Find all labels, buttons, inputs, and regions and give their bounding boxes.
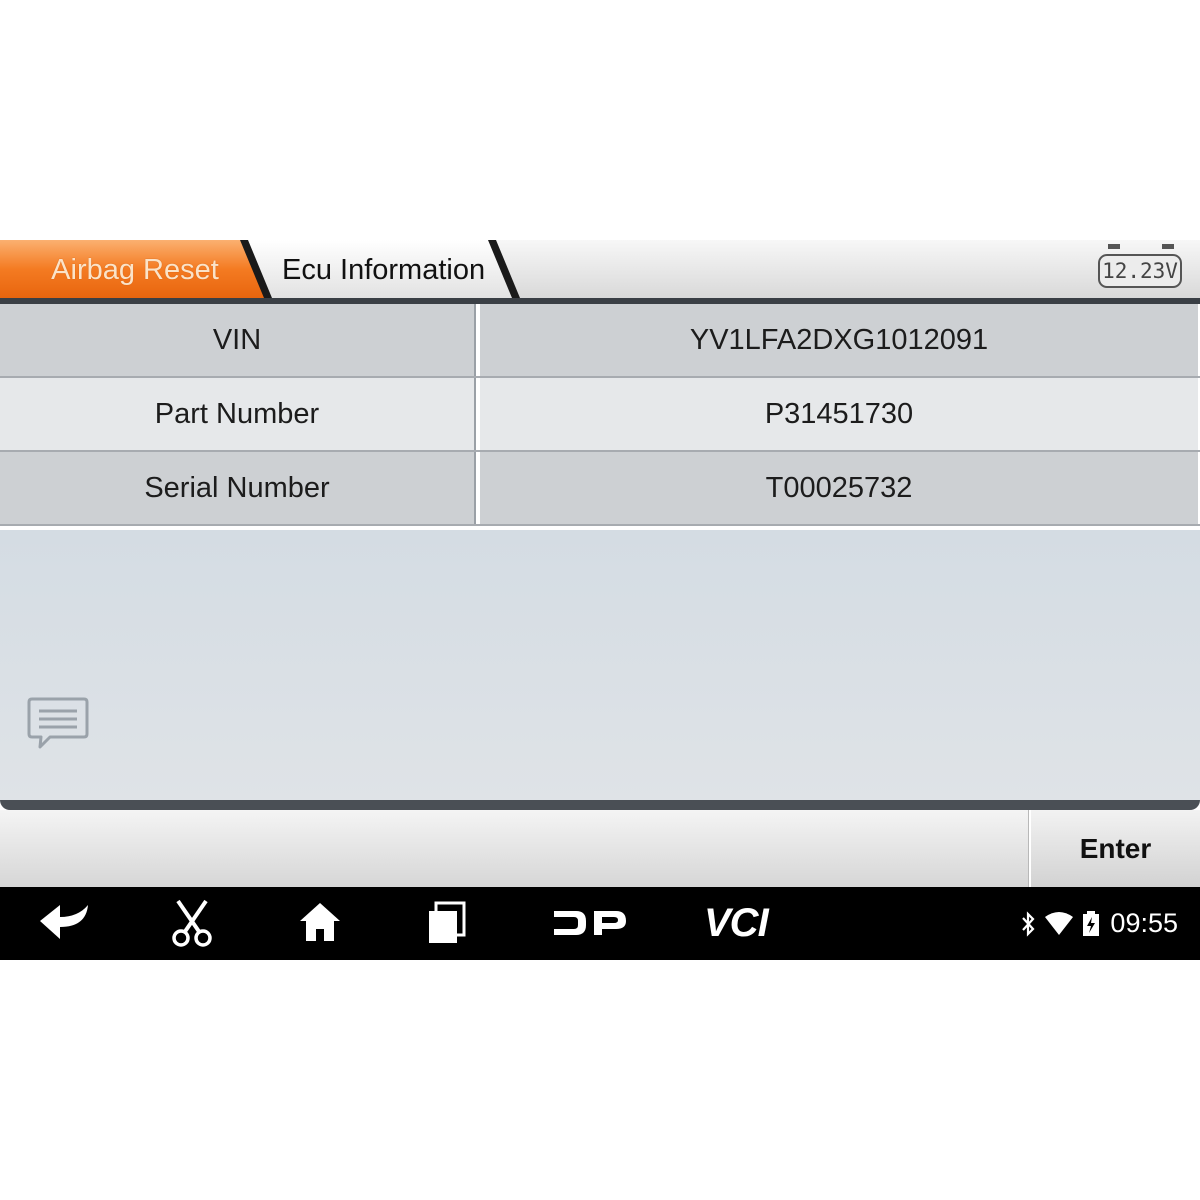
diagnostic-screen: Airbag Reset Ecu Information 12.23V VIN … <box>0 240 1200 960</box>
table-row: Part Number P31451730 <box>0 378 1200 452</box>
table-cell-value: P31451730 <box>478 378 1198 450</box>
table-cell-label: Part Number <box>0 378 476 450</box>
scissors-icon[interactable] <box>168 897 216 949</box>
battery-icon <box>1083 911 1099 936</box>
tab-bar: Airbag Reset Ecu Information 12.23V <box>0 240 1200 298</box>
table-row: Serial Number T00025732 <box>0 452 1200 526</box>
enter-button[interactable]: Enter <box>1031 810 1200 887</box>
home-icon[interactable] <box>296 897 344 949</box>
content-area <box>0 530 1200 800</box>
dp-icon[interactable] <box>550 897 630 949</box>
table-cell-value: T00025732 <box>478 452 1198 524</box>
battery-voltage-indicator: 12.23V <box>1098 254 1182 288</box>
table-row: VIN YV1LFA2DXG1012091 <box>0 304 1200 378</box>
bluetooth-icon <box>1022 911 1035 937</box>
tab-ecu-information[interactable]: Ecu Information <box>282 250 485 290</box>
status-clock: 09:55 <box>1110 908 1178 938</box>
action-bar: Enter <box>0 810 1200 887</box>
tab-airbag-reset[interactable]: Airbag Reset <box>0 250 270 290</box>
wifi-icon <box>1045 912 1073 935</box>
system-nav-bar: VCI 09:55 <box>0 887 1200 960</box>
battery-terminal-right <box>1162 244 1174 249</box>
table-cell-label: VIN <box>0 304 476 376</box>
back-icon[interactable] <box>38 897 92 949</box>
message-icon[interactable] <box>26 696 90 750</box>
recent-apps-icon[interactable] <box>426 897 470 949</box>
table-cell-value: YV1LFA2DXG1012091 <box>478 304 1198 376</box>
row-divider <box>0 524 1200 526</box>
table-cell-label: Serial Number <box>0 452 476 524</box>
content-divider <box>0 800 1200 810</box>
vci-button[interactable]: VCI <box>704 899 769 951</box>
battery-terminal-left <box>1108 244 1120 249</box>
